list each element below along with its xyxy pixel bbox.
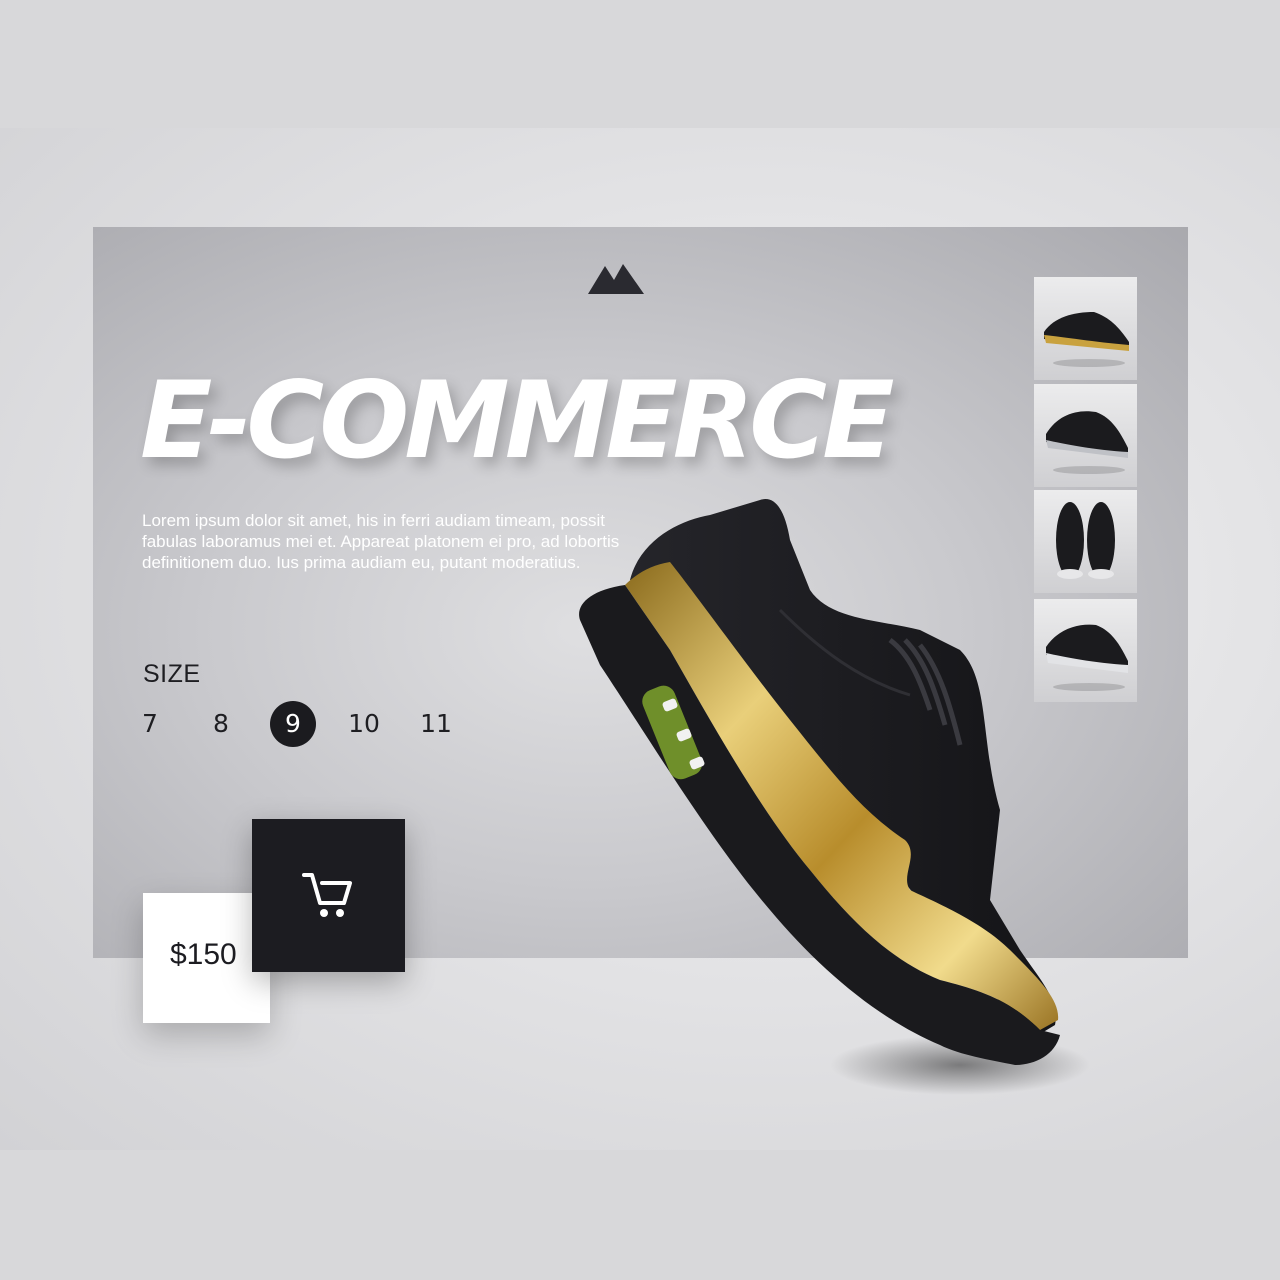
thumbnail-shoe-silver-icon <box>1046 411 1128 474</box>
shopping-cart-icon <box>302 873 352 917</box>
thumbnail-side-gold[interactable] <box>1034 277 1137 380</box>
thumbnail-side-silver[interactable] <box>1034 384 1137 487</box>
size-label: SIZE <box>143 660 201 688</box>
size-option-8[interactable]: 8 <box>198 701 244 747</box>
size-option-11[interactable]: 11 <box>413 701 459 747</box>
thumbnail-shoe-gold-icon <box>1044 312 1129 367</box>
product-shoe-image <box>579 499 1090 1095</box>
mountain-logo-icon[interactable] <box>588 262 644 294</box>
size-option-7[interactable]: 7 <box>127 701 173 747</box>
size-option-10[interactable]: 10 <box>341 701 387 747</box>
size-option-9-selected[interactable]: 9 <box>270 701 316 747</box>
page-title: E-COMMERCE <box>140 359 895 482</box>
price-label: $150 <box>170 938 237 971</box>
add-to-cart-button[interactable] <box>252 819 405 972</box>
